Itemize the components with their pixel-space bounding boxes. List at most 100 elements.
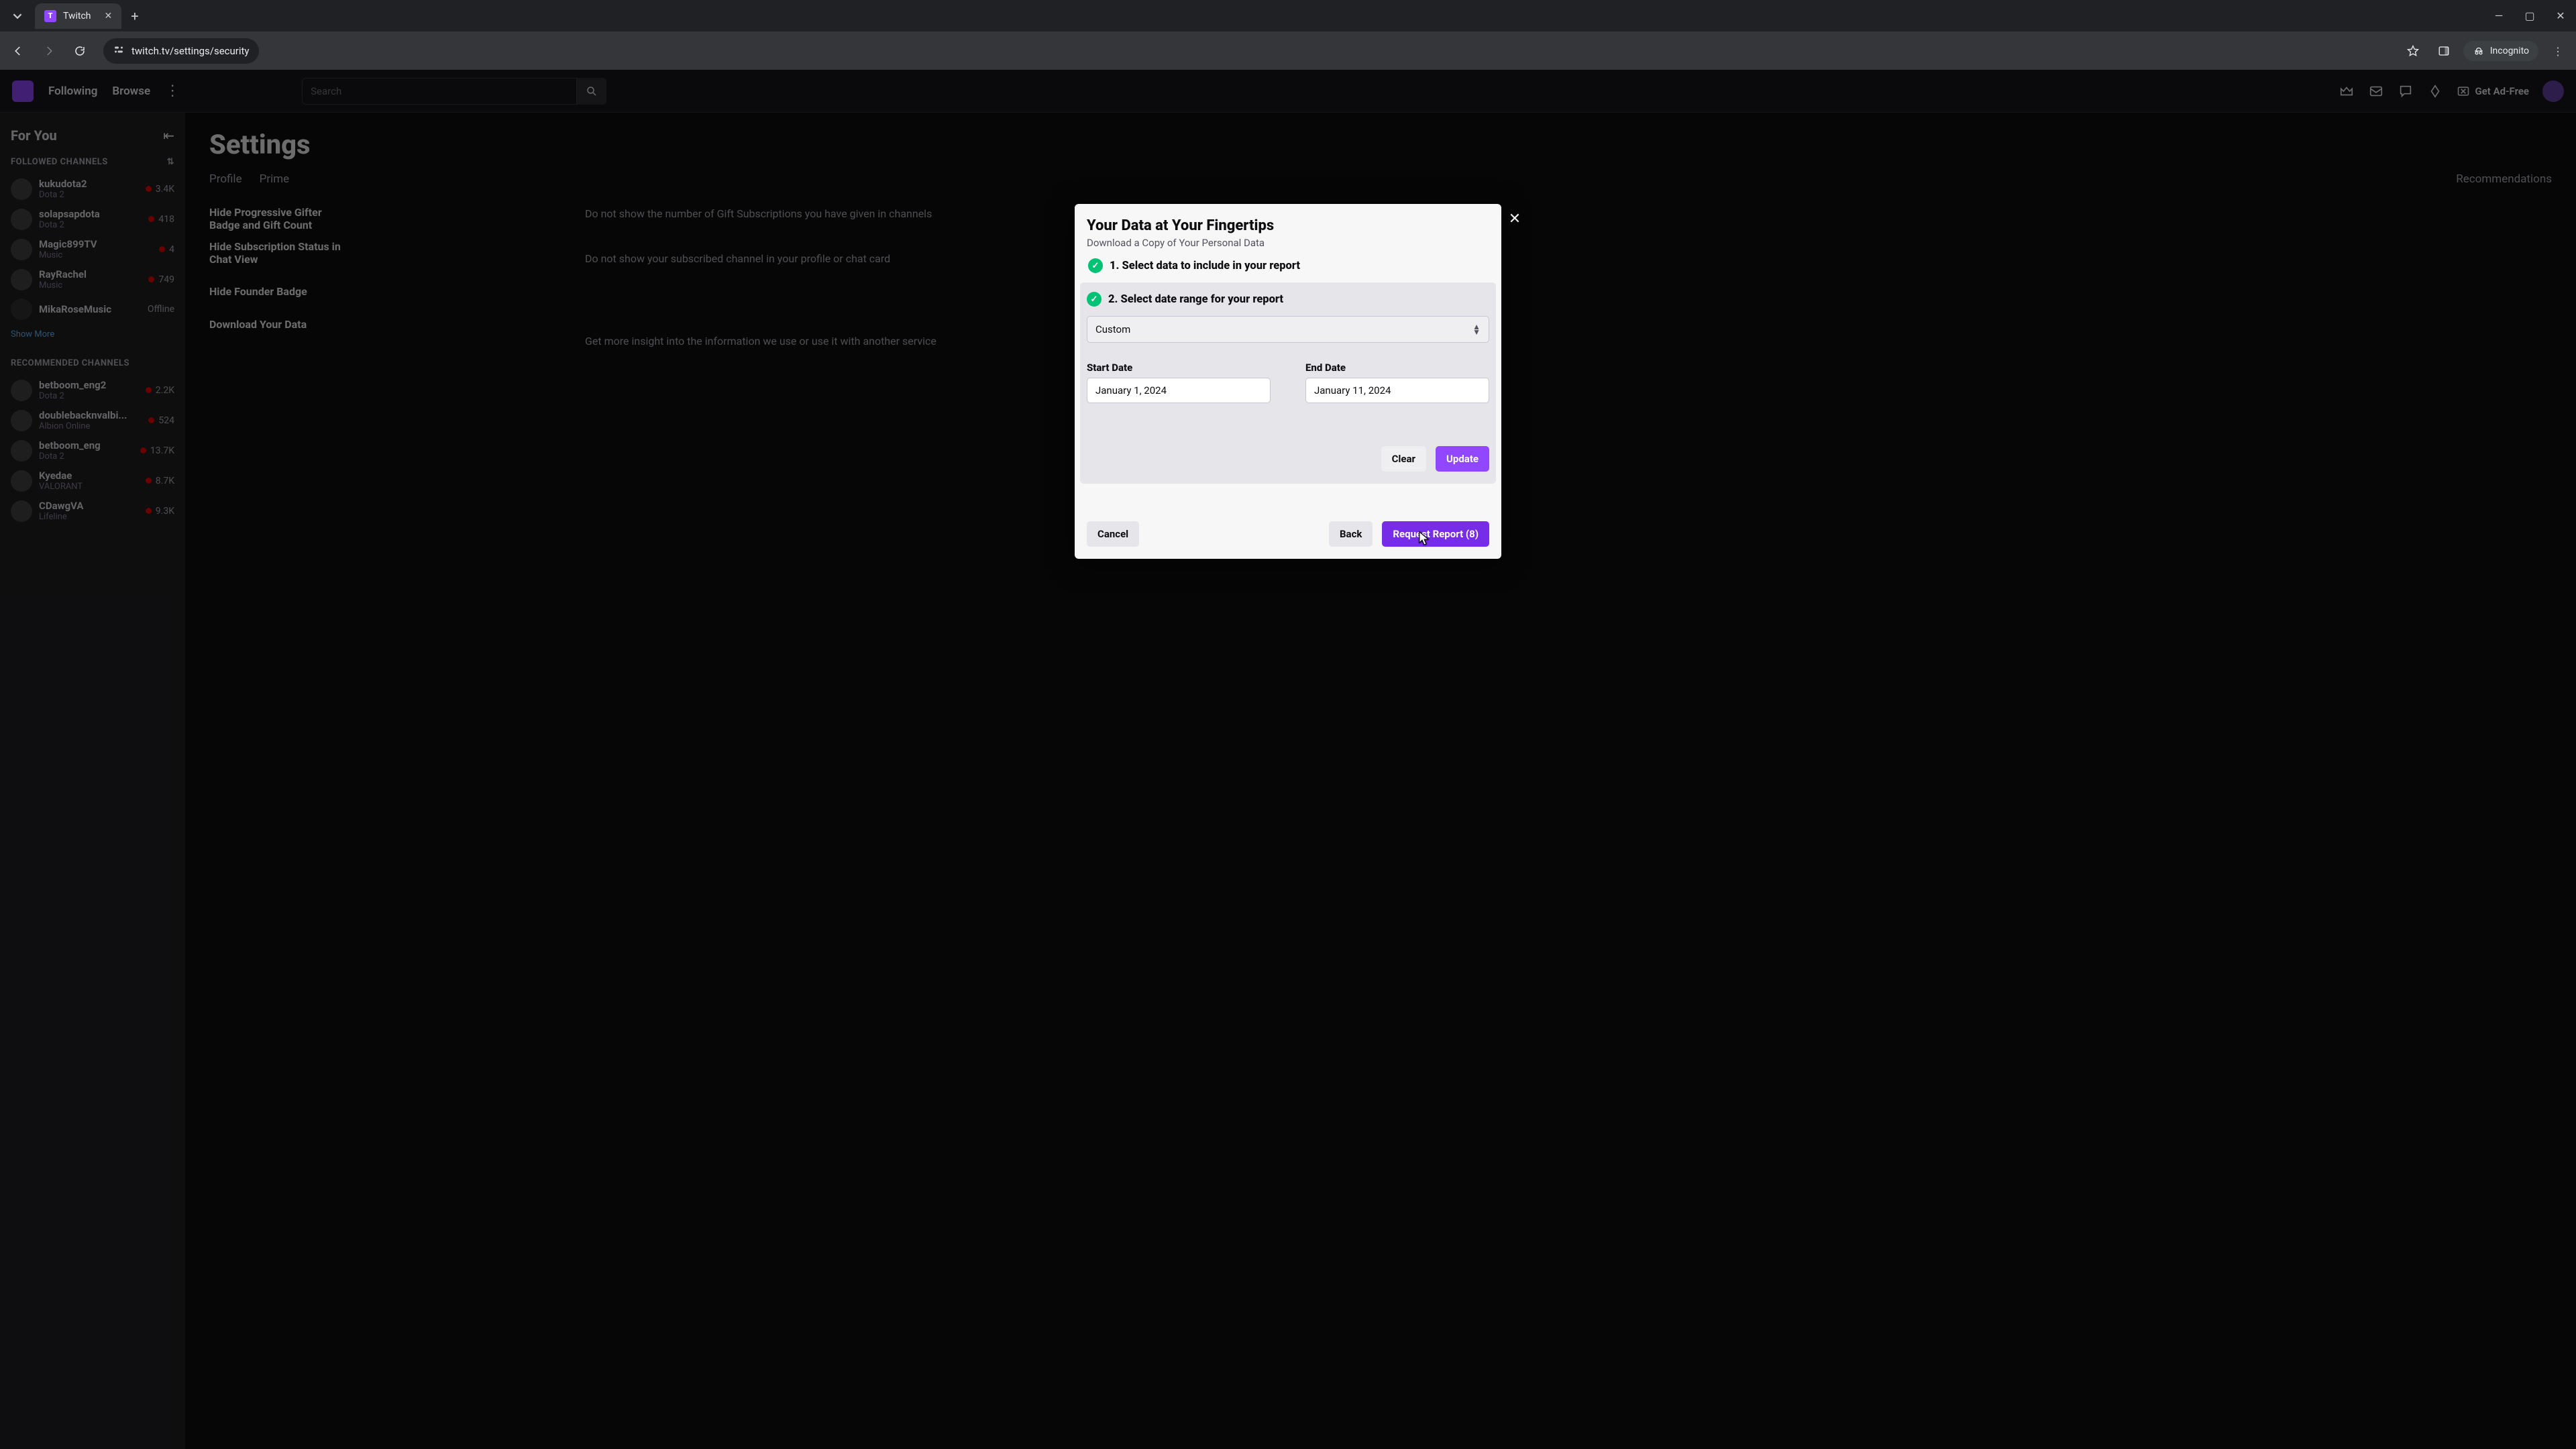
request-report-button[interactable]: Request Report (8)	[1382, 521, 1489, 547]
sort-followed-icon[interactable]: ⇅	[167, 157, 174, 167]
new-tab-button[interactable]: +	[131, 8, 138, 24]
forward-button[interactable]	[38, 40, 60, 62]
live-dot-icon	[146, 478, 152, 484]
browser-tab[interactable]: T Twitch ✕	[35, 3, 121, 29]
show-more-link[interactable]: Show More	[7, 324, 178, 345]
check-icon: ✓	[1087, 292, 1102, 307]
bookmark-star-icon[interactable]	[2402, 40, 2424, 62]
channel-viewers: 749	[148, 274, 174, 285]
live-dot-icon	[148, 216, 154, 222]
channel-avatar	[11, 470, 32, 492]
site-settings-icon[interactable]	[113, 44, 125, 58]
channel-row[interactable]: solapsapdotaDota 2 418	[7, 204, 178, 234]
tab-search-dropdown[interactable]	[4, 3, 31, 30]
date-range-value: Custom	[1095, 323, 1130, 335]
channel-game: Albion Online	[39, 421, 142, 431]
window-minimize-icon[interactable]: —	[2483, 3, 2514, 30]
channel-row[interactable]: KyedaeVALORANT8.7K	[7, 466, 178, 496]
check-icon: ✓	[1088, 258, 1103, 273]
channel-row[interactable]: betboom_eng2Dota 22.2K	[7, 375, 178, 405]
inbox-icon[interactable]	[2368, 83, 2384, 99]
twitch-favicon: T	[44, 10, 56, 22]
twitch-logo[interactable]	[12, 80, 34, 102]
live-dot-icon	[148, 417, 154, 423]
channel-avatar	[11, 380, 32, 401]
page-title: Settings	[209, 129, 2552, 160]
channel-game: Dota 2	[39, 451, 133, 462]
channel-avatar	[11, 299, 32, 320]
end-date-input[interactable]: January 11, 2024	[1305, 378, 1489, 403]
search-input[interactable]	[302, 78, 577, 105]
channel-name: Magic899TV	[39, 238, 152, 250]
end-date-label: End Date	[1305, 362, 1489, 374]
channel-row[interactable]: doublebacknvalbi...Albion Online 524	[7, 405, 178, 435]
start-date-label: Start Date	[1087, 362, 1271, 374]
whispers-icon[interactable]	[2398, 83, 2414, 99]
channel-row[interactable]: kukudota2Dota 23.4K	[7, 174, 178, 204]
incognito-icon	[2473, 45, 2485, 57]
modal-subtitle: Download a Copy of Your Personal Data	[1087, 237, 1489, 249]
live-dot-icon	[148, 276, 154, 282]
channel-row[interactable]: MikaRoseMusicOffline	[7, 294, 178, 324]
channel-viewers: 524	[148, 415, 174, 426]
clear-button[interactable]: Clear	[1381, 446, 1426, 472]
channel-avatar	[11, 209, 32, 230]
channel-row[interactable]: betboom_engDota 213.7K	[7, 435, 178, 466]
address-bar[interactable]: twitch.tv/settings/security	[103, 38, 259, 64]
channel-name: RayRachel	[39, 268, 142, 280]
window-maximize-icon[interactable]: ▢	[2514, 3, 2545, 30]
collapse-sidebar-icon[interactable]: ⇤	[163, 127, 174, 144]
back-button-modal[interactable]: Back	[1329, 521, 1373, 547]
live-dot-icon	[146, 186, 152, 192]
channel-name: betboom_eng	[39, 439, 133, 451]
window-close-icon[interactable]: ✕	[2545, 3, 2576, 30]
incognito-label: Incognito	[2490, 46, 2529, 56]
back-button[interactable]	[7, 40, 30, 62]
channel-game: Dota 2	[39, 220, 142, 230]
tab-close-icon[interactable]: ✕	[105, 11, 113, 21]
nav-browse[interactable]: Browse	[112, 85, 150, 98]
user-avatar[interactable]	[2542, 80, 2564, 102]
search-button[interactable]	[577, 78, 606, 105]
twitch-top-nav: Following Browse ⋮ Get Ad-Free	[0, 70, 2576, 113]
modal-title: Your Data at Your Fingertips	[1087, 217, 1489, 234]
channel-game: Music	[39, 280, 142, 290]
url-text: twitch.tv/settings/security	[131, 45, 250, 57]
tab-prime[interactable]: Prime	[260, 172, 290, 186]
update-button[interactable]: Update	[1436, 446, 1489, 472]
channel-viewers: 8.7K	[146, 476, 174, 486]
live-dot-icon	[146, 508, 152, 514]
channel-row[interactable]: Magic899TVMusic4	[7, 234, 178, 264]
channel-viewers: 3.4K	[146, 184, 174, 195]
channel-row[interactable]: RayRachelMusic 749	[7, 264, 178, 294]
cancel-button[interactable]: Cancel	[1087, 521, 1139, 547]
live-dot-icon	[140, 447, 146, 453]
reload-button[interactable]	[68, 40, 91, 62]
channel-viewers: 9.3K	[146, 506, 174, 517]
channel-avatar	[11, 178, 32, 200]
get-adfree-button[interactable]: Get Ad-Free	[2457, 85, 2529, 98]
date-range-select[interactable]: Custom ▲▼	[1087, 316, 1489, 343]
bits-icon[interactable]	[2427, 83, 2443, 99]
nav-following[interactable]: Following	[48, 85, 97, 98]
data-download-modal: ✕ Your Data at Your Fingertips Download …	[1075, 204, 1501, 559]
modal-step-1[interactable]: ✓ 1. Select data to include in your repo…	[1087, 249, 1489, 282]
nav-more-icon[interactable]: ⋮	[165, 83, 180, 99]
side-panel-icon[interactable]	[2432, 40, 2455, 62]
channel-name: doublebacknvalbi...	[39, 409, 142, 421]
tab-profile[interactable]: Profile	[209, 172, 242, 186]
search-icon	[586, 85, 598, 97]
tab-recommendations[interactable]: Recommendations	[2456, 172, 2552, 186]
browser-menu-icon[interactable]: ⋮	[2546, 40, 2569, 62]
channel-viewers: 2.2K	[146, 385, 174, 396]
modal-step-2: ✓ 2. Select date range for your report	[1080, 282, 1496, 316]
channel-name: betboom_eng2	[39, 379, 139, 391]
incognito-badge[interactable]: Incognito	[2463, 41, 2538, 61]
channel-viewers: 418	[148, 214, 174, 225]
start-date-input[interactable]: January 1, 2024	[1087, 378, 1271, 403]
modal-close-button[interactable]: ✕	[1504, 208, 1525, 229]
channel-game: VALORANT	[39, 482, 139, 492]
channel-row[interactable]: CDawgVALifeline9.3K	[7, 496, 178, 526]
prime-crown-icon[interactable]	[2339, 83, 2355, 99]
channel-name: solapsapdota	[39, 208, 142, 220]
